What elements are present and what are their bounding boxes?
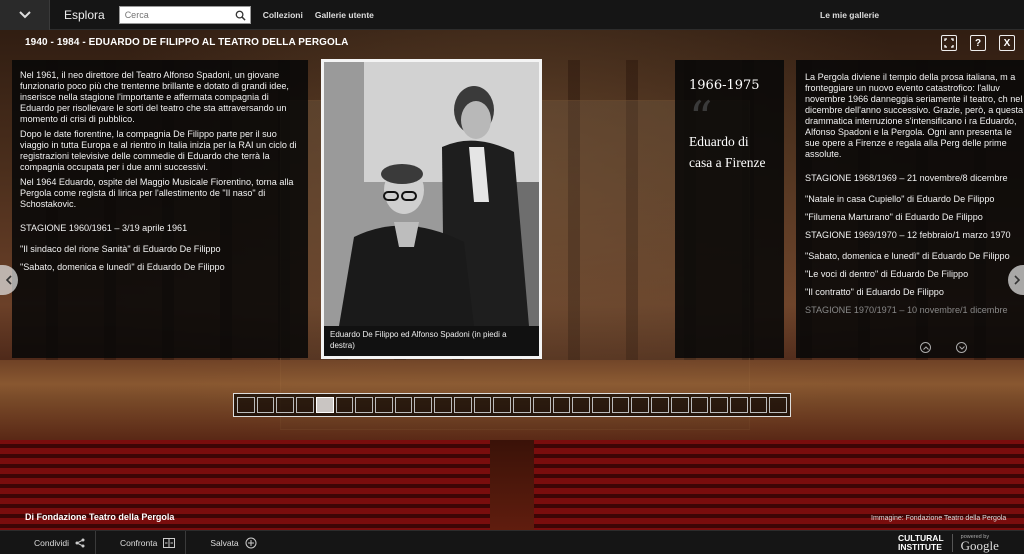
scroll-controls (920, 342, 967, 353)
timeline-segment[interactable] (552, 397, 571, 413)
cultural-institute-logo: CULTURAL INSTITUTE (898, 534, 944, 552)
search-icon[interactable] (235, 10, 246, 21)
timeline-segment[interactable] (729, 397, 748, 413)
saved-button[interactable]: Salvata (186, 531, 266, 554)
share-button[interactable]: Condividi (0, 530, 96, 554)
my-galleries-link[interactable]: Le mie gallerie (820, 10, 879, 20)
season-heading: STAGIONE 1969/1970 – 12 febbraio/1 marzo… (805, 230, 1011, 240)
paragraph: Nel 1961, il neo direttore del Teatro Al… (20, 70, 289, 124)
top-navigation-bar: Esplora Collezioni Gallerie utente Le mi… (0, 0, 1024, 30)
timeline-segment[interactable] (690, 397, 709, 413)
add-circle-icon (245, 537, 257, 548)
compare-button[interactable]: Confronta (96, 530, 187, 554)
chevron-down-icon (958, 345, 965, 350)
exhibit-title: 1940 - 1984 - EDUARDO DE FILIPPO AL TEAT… (25, 37, 349, 48)
exhibit-credit[interactable]: Di Fondazione Teatro della Pergola (25, 512, 174, 522)
user-galleries-link[interactable]: Gallerie utente (315, 10, 374, 20)
saved-label: Salvata (210, 537, 239, 548)
timeline-segment[interactable] (237, 397, 255, 413)
timeline-segment[interactable] (256, 397, 275, 413)
bottom-toolbar: Condividi Confronta Salvata CULTURAL INS… (0, 530, 1024, 554)
timeline-segment[interactable] (375, 397, 393, 413)
fullscreen-button[interactable] (941, 35, 957, 51)
timeline-segment-current[interactable] (315, 397, 334, 413)
scroll-down-button[interactable] (956, 342, 967, 353)
chapter-title-panel: 1966-1975 “ Eduardo di casa a Firenze (675, 60, 784, 358)
play-item: "Filumena Marturano" di Eduardo De Filip… (805, 212, 983, 222)
search-box (118, 5, 251, 24)
scroll-up-button[interactable] (920, 342, 931, 353)
timeline-segment[interactable] (473, 397, 492, 413)
timeline-segment[interactable] (611, 397, 630, 413)
season-heading: STAGIONE 1968/1969 – 21 novembre/8 dicem… (805, 173, 1008, 183)
timeline-segment[interactable] (710, 397, 728, 413)
archival-photo[interactable] (324, 62, 539, 326)
photo-card[interactable]: Eduardo De Filippo ed Alfonso Spadoni (i… (321, 59, 542, 359)
timeline-segment[interactable] (670, 397, 689, 413)
timeline-segment[interactable] (572, 397, 590, 413)
timeline-segment[interactable] (749, 397, 768, 413)
chevron-down-icon (18, 10, 31, 18)
timeline-segment[interactable] (651, 397, 669, 413)
timeline-segment[interactable] (335, 397, 354, 413)
share-icon (75, 538, 85, 547)
fullscreen-icon (944, 38, 954, 48)
season-heading: STAGIONE 1970/1971 – 10 novembre/1 dicem… (805, 305, 1008, 315)
timeline-segment[interactable] (394, 397, 413, 413)
brand-divider (951, 534, 953, 552)
photo-caption: Eduardo De Filippo ed Alfonso Spadoni (i… (324, 326, 539, 356)
play-item: "Sabato, domenica e lunedì" di Eduardo D… (805, 251, 1010, 261)
play-item: "Sabato, domenica e lunedì" di Eduardo D… (20, 262, 225, 272)
timeline-segment[interactable] (591, 397, 610, 413)
timeline-segment[interactable] (493, 397, 512, 413)
google-wordmark: Google (960, 538, 999, 553)
chevron-left-icon (6, 275, 12, 285)
chapter-quote: Eduardo di casa a Firenze (689, 134, 766, 170)
story-panel-1966: La Pergola diviene il tempio della prosa… (796, 60, 1024, 358)
cultural-institute-brand[interactable]: CULTURAL INSTITUTE powered by Google (898, 534, 999, 552)
timeline-segment[interactable] (414, 397, 433, 413)
help-button[interactable]: ? (970, 35, 986, 51)
menu-toggle-button[interactable] (0, 0, 50, 30)
compare-label: Confronta (119, 537, 158, 548)
timeline-segment[interactable] (434, 397, 452, 413)
play-item: "Natale in casa Cupiello" di Eduardo De … (805, 194, 995, 204)
timeline-segment[interactable] (513, 397, 531, 413)
compare-icon (163, 537, 176, 548)
timeline-segment[interactable] (631, 397, 650, 413)
season-heading: STAGIONE 1960/1961 – 3/19 aprile 1961 (20, 223, 188, 233)
photo-illustration (324, 62, 539, 326)
timeline-segment[interactable] (532, 397, 551, 413)
paragraph: Dopo le date fiorentine, la compagnia De… (20, 129, 297, 172)
play-item: "Il sindaco del rione Sanità" di Eduardo… (20, 244, 221, 254)
explore-menu[interactable]: Esplora (64, 8, 105, 22)
brand-line2: INSTITUTE (898, 542, 942, 552)
search-input[interactable] (119, 6, 230, 23)
google-logo: powered by Google (961, 534, 999, 552)
story-panel-1961: Nel 1961, il neo direttore del Teatro Al… (12, 60, 308, 358)
timeline-segment[interactable] (355, 397, 374, 413)
close-button[interactable]: X (999, 35, 1015, 51)
play-item: "Il contratto" di Eduardo De Filippo (805, 287, 944, 297)
play-item: "Le voci di dentro" di Eduardo De Filipp… (805, 269, 969, 279)
timeline-segment[interactable] (769, 397, 788, 413)
exhibit-timeline[interactable] (233, 393, 791, 417)
paragraph: La Pergola diviene il tempio della prosa… (805, 72, 1024, 159)
paragraph: Nel 1964 Eduardo, ospite del Maggio Musi… (20, 177, 294, 209)
quote-mark-icon: “ (689, 91, 713, 145)
exhibit-controls: ? X (941, 35, 1021, 51)
share-label: Condividi (34, 537, 69, 548)
timeline-segment[interactable] (276, 397, 295, 413)
collections-link[interactable]: Collezioni (263, 10, 303, 20)
timeline-segment[interactable] (453, 397, 472, 413)
chevron-right-icon (1014, 275, 1020, 285)
chevron-up-icon (922, 345, 929, 350)
timeline-segment[interactable] (296, 397, 314, 413)
image-credit: Immagine: Fondazione Teatro della Pergol… (871, 515, 1007, 522)
